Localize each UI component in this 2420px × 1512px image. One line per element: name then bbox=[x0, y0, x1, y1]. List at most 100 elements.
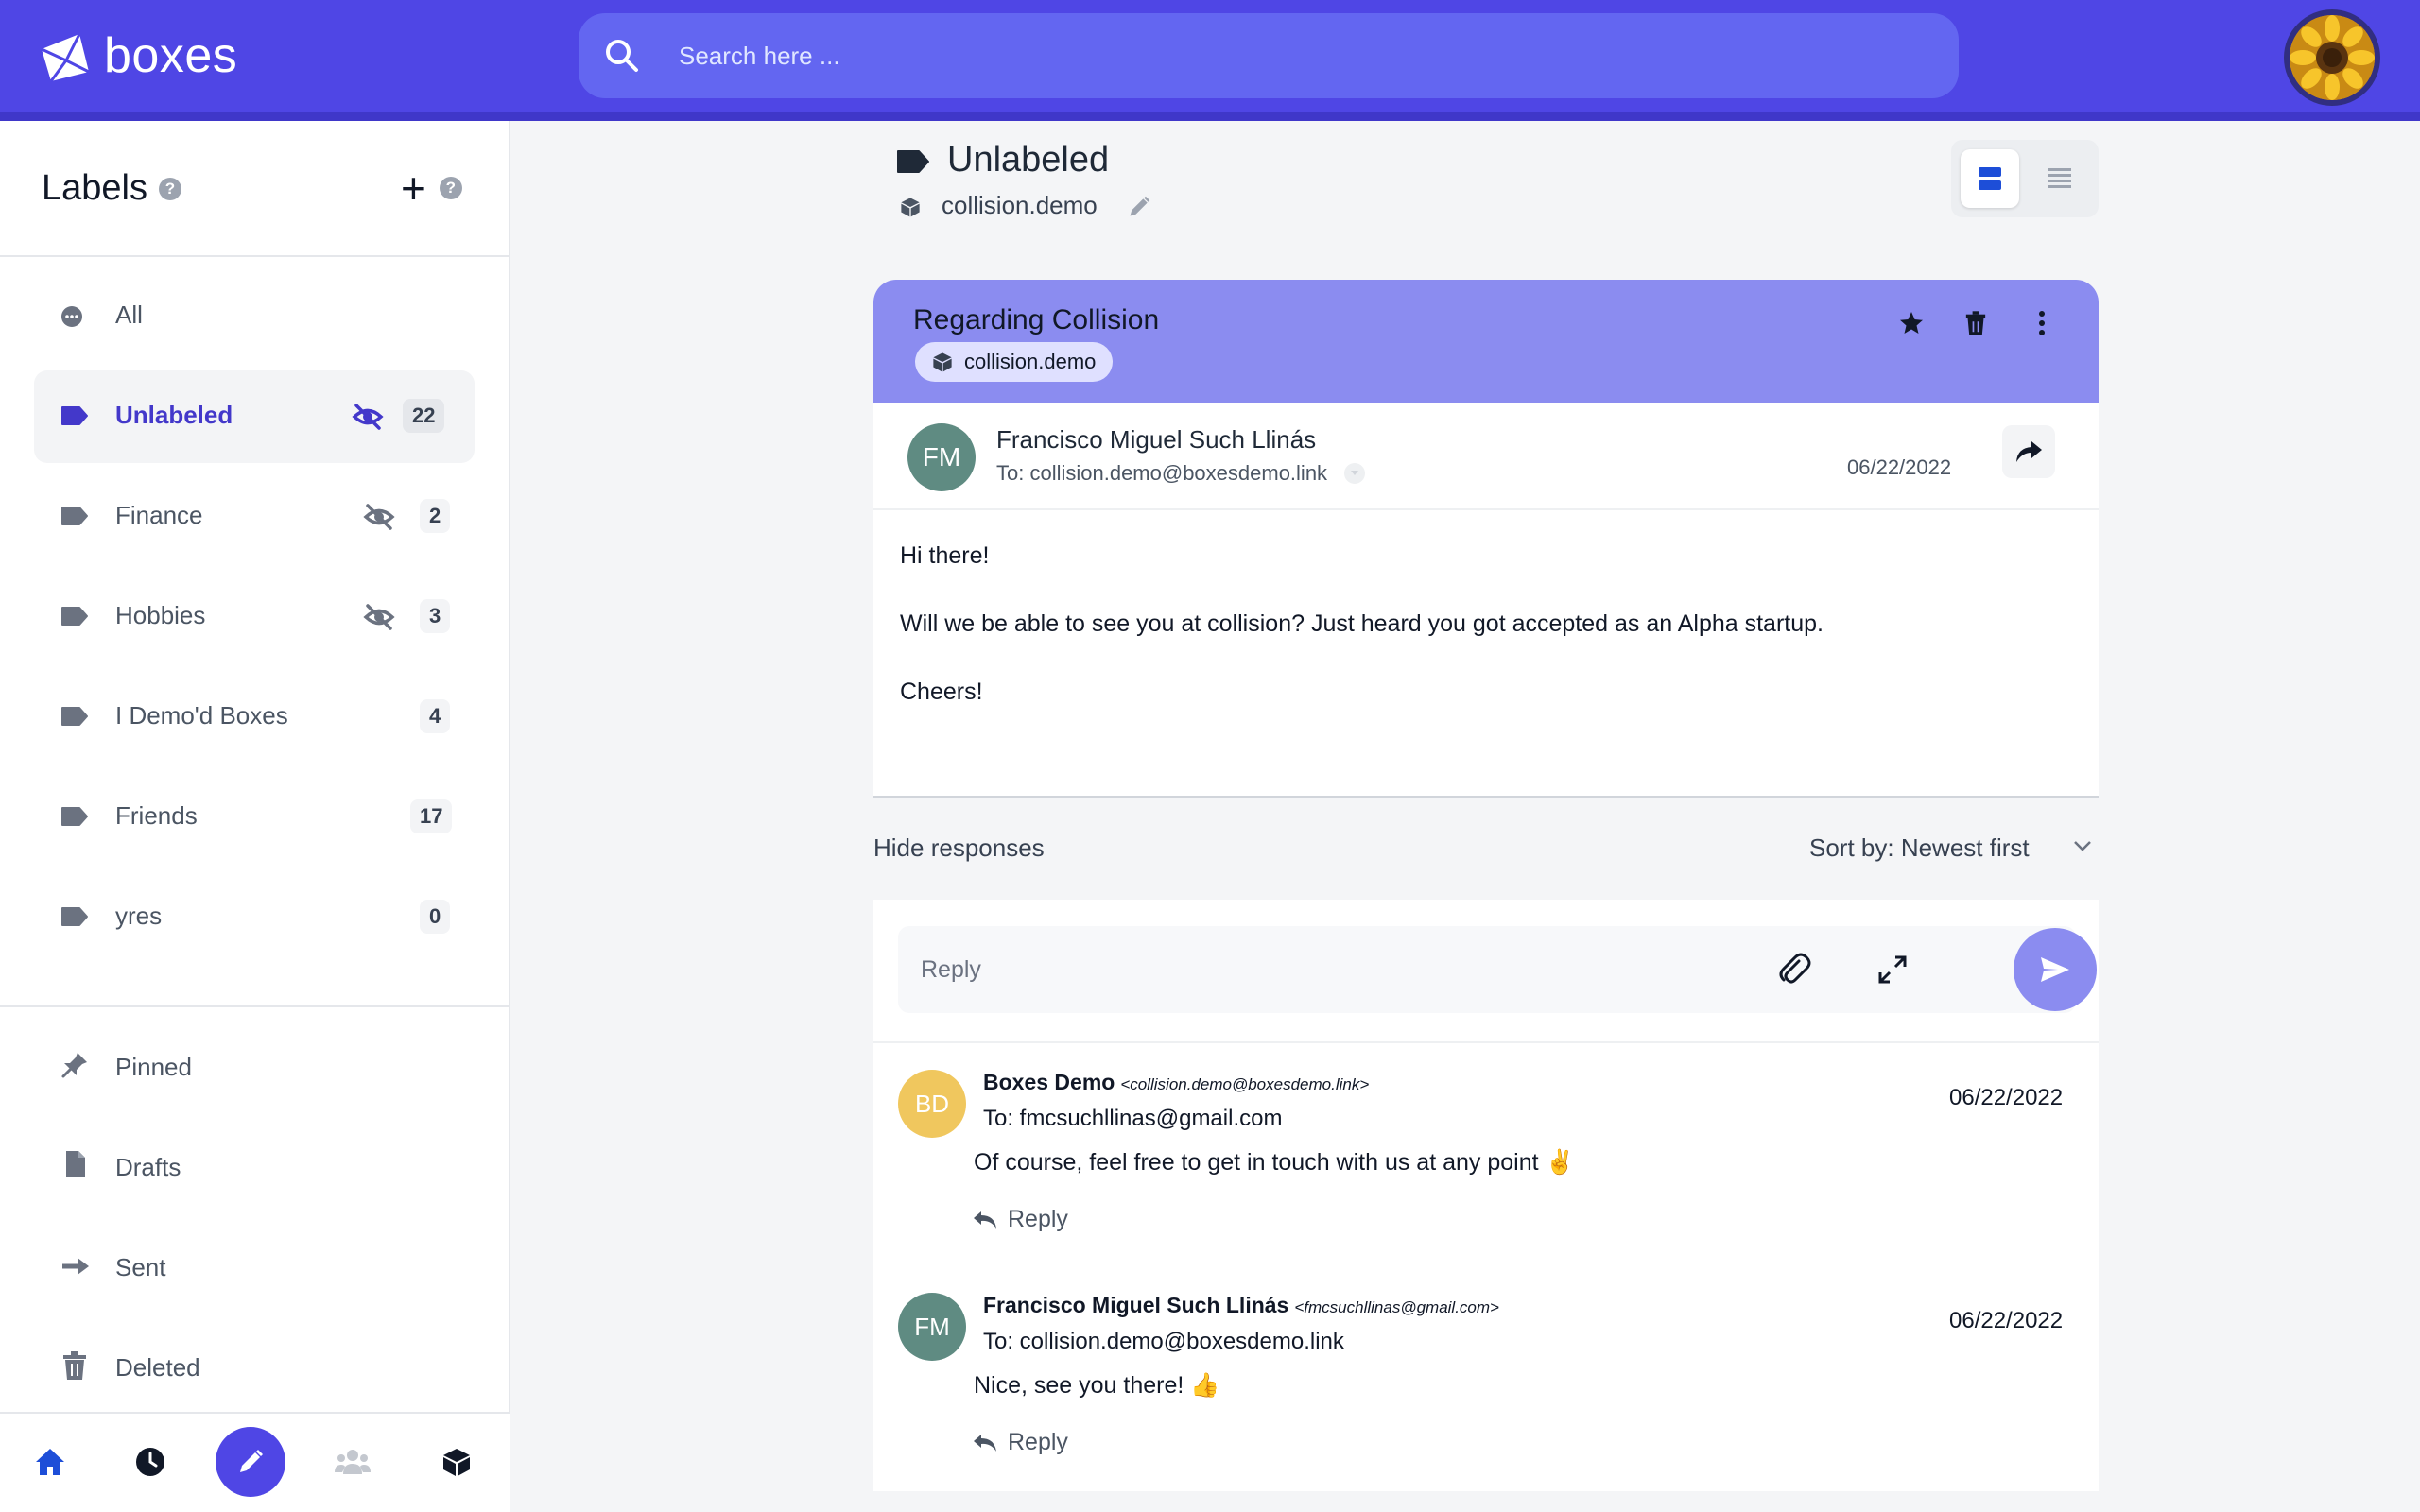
label-item-friends[interactable]: Friends 17 bbox=[34, 771, 475, 864]
cube-icon bbox=[933, 352, 952, 372]
delete-thread-button[interactable] bbox=[1957, 304, 1995, 342]
folder-label: Drafts bbox=[115, 1153, 182, 1181]
cards-view-icon bbox=[1979, 167, 2001, 190]
divider bbox=[873, 1041, 2099, 1043]
app-logo[interactable]: boxes bbox=[38, 25, 237, 87]
label-count: 4 bbox=[420, 699, 451, 733]
label-list[interactable]: All Unlabeled 22 Finance 2 Hobbies 3 I D… bbox=[0, 257, 509, 1005]
response-recipient: To: fmcsuchllinas@gmail.com bbox=[983, 1106, 1283, 1131]
label-name: All bbox=[115, 301, 143, 329]
label-item-i-demod-boxes[interactable]: I Demo'd Boxes 4 bbox=[34, 671, 475, 764]
forward-button[interactable] bbox=[2002, 425, 2055, 478]
tag-icon bbox=[897, 150, 929, 173]
tag-icon bbox=[61, 607, 88, 626]
chevron-down-icon[interactable] bbox=[2072, 839, 2093, 852]
add-label-button[interactable]: + bbox=[401, 166, 426, 210]
recipient: To: collision.demo@boxesdemo.link bbox=[996, 461, 1328, 485]
response-sender-name: Francisco Miguel Such Llinás bbox=[983, 1293, 1289, 1317]
attach-button[interactable] bbox=[1772, 947, 1817, 992]
reply-input[interactable] bbox=[921, 949, 1772, 990]
tag-icon bbox=[61, 507, 88, 525]
recipient-line: To: collision.demo@boxesdemo.link bbox=[996, 461, 1366, 486]
expand-button[interactable] bbox=[1870, 947, 1915, 992]
tag-icon bbox=[61, 907, 88, 926]
people-icon bbox=[335, 1450, 371, 1474]
label-count: 17 bbox=[410, 799, 453, 833]
eye-slash-icon[interactable] bbox=[352, 403, 384, 431]
hide-responses-button[interactable]: Hide responses bbox=[873, 833, 1045, 863]
label-count: 0 bbox=[420, 900, 451, 934]
document-icon bbox=[66, 1151, 85, 1177]
label-name: Finance bbox=[115, 501, 203, 529]
folder-pinned[interactable]: Pinned bbox=[34, 1021, 475, 1113]
label-item-yres[interactable]: yres 0 bbox=[34, 871, 475, 964]
tag-icon bbox=[61, 707, 88, 726]
label-item-hobbies[interactable]: Hobbies 3 bbox=[34, 571, 475, 663]
nav-contacts-button[interactable] bbox=[318, 1427, 388, 1497]
folder-sent[interactable]: Sent bbox=[34, 1221, 475, 1314]
list-view-icon bbox=[2048, 168, 2071, 188]
sort-dropdown[interactable]: Sort by: Newest first bbox=[1809, 833, 2030, 863]
divider bbox=[0, 1005, 510, 1007]
edit-pencil-icon[interactable] bbox=[1127, 195, 1151, 219]
eye-slash-icon[interactable] bbox=[363, 603, 395, 631]
search-bar[interactable] bbox=[579, 13, 1959, 98]
response-item: BD Boxes Demo <collision.demo@boxesdemo.l… bbox=[873, 1070, 2099, 1287]
clock-icon bbox=[136, 1448, 164, 1476]
add-label-group: + ? bbox=[401, 166, 462, 210]
view-cards-button[interactable] bbox=[1961, 149, 2019, 208]
responses-panel: BD Boxes Demo <collision.demo@boxesdemo.l… bbox=[873, 900, 2099, 1491]
response-recipient: To: collision.demo@boxesdemo.link bbox=[983, 1329, 1344, 1354]
help-icon[interactable]: ? bbox=[158, 177, 182, 200]
paperclip-icon bbox=[1779, 953, 1811, 984]
user-avatar-button[interactable] bbox=[2284, 9, 2380, 106]
reply-label: Reply bbox=[1008, 1429, 1068, 1455]
thread-subject: Regarding Collision bbox=[913, 304, 1160, 335]
response-sender: Francisco Miguel Such Llinás <fmcsuchllin… bbox=[983, 1293, 1499, 1318]
response-date: 06/22/2022 bbox=[1949, 1308, 2064, 1333]
search-input[interactable] bbox=[679, 32, 1908, 79]
view-list-button[interactable] bbox=[2031, 149, 2089, 208]
folder-label: Deleted bbox=[115, 1353, 200, 1382]
label-item-all[interactable]: All bbox=[34, 270, 475, 363]
arrow-right-icon bbox=[62, 1258, 89, 1275]
label-count: 3 bbox=[420, 599, 451, 633]
help-icon[interactable]: ? bbox=[439, 177, 462, 199]
reply-label: Reply bbox=[1008, 1206, 1068, 1232]
compose-button[interactable] bbox=[216, 1427, 285, 1497]
response-reply-button[interactable]: Reply bbox=[972, 1429, 1068, 1456]
label-item-finance[interactable]: Finance 2 bbox=[34, 471, 475, 563]
nav-history-button[interactable] bbox=[115, 1427, 185, 1497]
message-date: 06/22/2022 bbox=[1847, 455, 1952, 479]
cube-icon bbox=[443, 1449, 470, 1476]
thread-header: Regarding Collision collision.demo bbox=[873, 280, 2099, 403]
box-tag[interactable]: collision.demo bbox=[915, 342, 1114, 382]
sender-name: Francisco Miguel Such Llinás bbox=[996, 425, 1317, 454]
search-icon bbox=[606, 40, 638, 72]
vertical-dots-icon bbox=[2039, 311, 2045, 335]
recipients-toggle[interactable] bbox=[1344, 463, 1366, 484]
label-name: I Demo'd Boxes bbox=[115, 701, 288, 730]
label-item-partial[interactable] bbox=[34, 971, 475, 1005]
send-button[interactable] bbox=[2014, 928, 2097, 1011]
label-item-unlabeled[interactable]: Unlabeled 22 bbox=[34, 370, 475, 463]
label-name: yres bbox=[115, 902, 163, 930]
response-sender-email: <collision.demo@boxesdemo.link> bbox=[1120, 1075, 1370, 1093]
more-options-button[interactable] bbox=[2023, 304, 2061, 342]
star-button[interactable] bbox=[1893, 304, 1930, 342]
labels-title: Labels bbox=[42, 168, 147, 208]
trash-icon bbox=[63, 1351, 86, 1380]
nav-boxes-button[interactable] bbox=[422, 1427, 492, 1497]
reply-arrow-icon bbox=[974, 1434, 996, 1452]
response-reply-button[interactable]: Reply bbox=[972, 1206, 1068, 1233]
expand-icon bbox=[1878, 955, 1907, 984]
eye-slash-icon[interactable] bbox=[363, 503, 395, 531]
nav-home-button[interactable] bbox=[15, 1427, 85, 1497]
cube-icon bbox=[901, 198, 920, 217]
envelope-logo-icon bbox=[41, 33, 90, 82]
folder-drafts[interactable]: Drafts bbox=[34, 1121, 475, 1213]
folder-deleted[interactable]: Deleted bbox=[34, 1321, 475, 1414]
label-count: 22 bbox=[403, 399, 445, 433]
forward-icon bbox=[2016, 441, 2042, 462]
sidebar: Labels ? + ? All Unlabeled 22 Finance 2 … bbox=[0, 121, 510, 1512]
